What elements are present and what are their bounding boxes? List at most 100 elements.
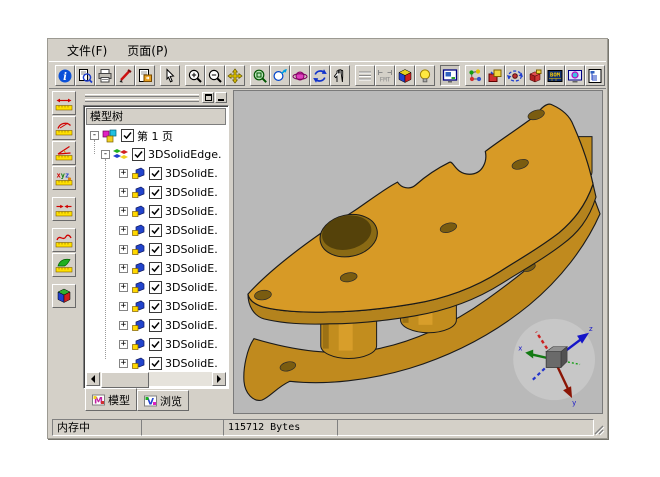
tree-row-part[interactable]: +3DSolidE. xyxy=(86,278,226,297)
preview-window-icon xyxy=(567,68,583,84)
checkbox[interactable] xyxy=(149,357,162,370)
tree-row-part[interactable]: +3DSolidE. xyxy=(86,297,226,316)
tree-row-part[interactable]: +3DSolidE. xyxy=(86,183,226,202)
expand-icon[interactable]: + xyxy=(119,226,128,235)
zoom-in-button[interactable] xyxy=(185,65,205,86)
collapse-icon[interactable]: - xyxy=(101,150,110,159)
dynamic-zoom-button[interactable] xyxy=(270,65,290,86)
bom-button[interactable]: BOM xyxy=(545,65,565,86)
resize-grip[interactable] xyxy=(592,423,605,436)
layers-icon xyxy=(357,68,373,84)
tree-header: 模型树 xyxy=(86,108,226,125)
measure-volume-button[interactable] xyxy=(52,284,76,308)
expand-icon[interactable]: + xyxy=(119,207,128,216)
measure-area-button[interactable] xyxy=(52,253,76,277)
assembly-tree-button[interactable] xyxy=(465,65,485,86)
checkbox[interactable] xyxy=(149,186,162,199)
dynamic-rotate-button[interactable] xyxy=(290,65,310,86)
render-cube-button[interactable] xyxy=(395,65,415,86)
tree-item-label: 3DSolidE. xyxy=(165,205,218,218)
tree-row-part[interactable]: +3DSolidE. xyxy=(86,335,226,354)
checkbox[interactable] xyxy=(149,281,162,294)
measure-angle-button[interactable] xyxy=(52,141,76,165)
expand-icon[interactable]: + xyxy=(119,302,128,311)
tree-row-assembly[interactable]: - 3DSolidEdge. xyxy=(86,145,226,164)
export-button[interactable] xyxy=(135,65,155,86)
checkbox[interactable] xyxy=(149,205,162,218)
select-cursor-button[interactable] xyxy=(160,65,180,86)
expand-icon[interactable]: + xyxy=(119,188,128,197)
menu-file[interactable]: 文件(F) xyxy=(61,40,113,61)
measure-distance-button[interactable] xyxy=(52,197,76,221)
checkbox[interactable] xyxy=(149,300,162,313)
collapse-icon[interactable]: - xyxy=(90,131,99,140)
checkbox[interactable] xyxy=(149,338,162,351)
main-toolbar: i FMT BOM xyxy=(49,61,606,89)
solid-blocks-button[interactable] xyxy=(525,65,545,86)
redline-button[interactable] xyxy=(115,65,135,86)
expand-icon[interactable]: + xyxy=(119,169,128,178)
preview-window-button[interactable] xyxy=(565,65,585,86)
checkbox[interactable] xyxy=(149,262,162,275)
panel-float-button[interactable] xyxy=(202,92,214,103)
scrollbar-thumb[interactable] xyxy=(101,372,149,388)
checkbox[interactable] xyxy=(149,224,162,237)
zoom-window-icon xyxy=(252,68,268,84)
panel-minimize-button[interactable] xyxy=(215,92,227,103)
expand-icon[interactable]: + xyxy=(119,245,128,254)
checkbox[interactable] xyxy=(149,319,162,332)
tree-row-page[interactable]: - 第 1 页 xyxy=(86,126,226,145)
viewport-3d[interactable]: z y x xyxy=(233,90,603,414)
pan-hand-button[interactable] xyxy=(330,65,350,86)
arrow-left-icon xyxy=(87,375,95,383)
checkbox[interactable] xyxy=(121,129,134,142)
tree-hscrollbar[interactable] xyxy=(86,372,226,386)
tree-row-part[interactable]: +3DSolidE. xyxy=(86,354,226,371)
tree-item-label: 3DSolidE. xyxy=(165,357,218,370)
tree-row-part[interactable]: +3DSolidE. xyxy=(86,221,226,240)
tree-row-part[interactable]: +3DSolidE. xyxy=(86,316,226,335)
checkbox[interactable] xyxy=(149,243,162,256)
measure-radius-icon xyxy=(55,119,73,137)
info-button[interactable]: i xyxy=(55,65,75,86)
pan-zoom-button[interactable] xyxy=(225,65,245,86)
status-cell-4 xyxy=(337,419,594,436)
measure-curve-button[interactable] xyxy=(52,228,76,252)
viewport-window-button[interactable] xyxy=(440,65,460,86)
print-button[interactable] xyxy=(95,65,115,86)
scroll-right-button[interactable] xyxy=(212,372,226,386)
measure-length-button[interactable] xyxy=(52,91,76,115)
checkbox[interactable] xyxy=(149,167,162,180)
expand-icon[interactable]: + xyxy=(119,264,128,273)
measure-distance-icon xyxy=(55,200,73,218)
tree-view-button[interactable] xyxy=(585,65,605,86)
scroll-left-button[interactable] xyxy=(86,372,100,386)
tree-item-label: 3DSolidE. xyxy=(165,224,218,237)
light-button[interactable] xyxy=(415,65,435,86)
checkbox[interactable] xyxy=(132,148,145,161)
update-view-button[interactable] xyxy=(505,65,525,86)
status-bytes: 115712 Bytes xyxy=(223,419,338,436)
expand-icon[interactable]: + xyxy=(119,359,128,368)
expand-icon[interactable]: + xyxy=(119,340,128,349)
dimension-format-button[interactable]: FMT xyxy=(375,65,395,86)
menu-page[interactable]: 页面(P) xyxy=(121,40,174,61)
expand-icon[interactable]: + xyxy=(119,283,128,292)
expand-icon[interactable]: + xyxy=(119,321,128,330)
refresh-button[interactable] xyxy=(310,65,330,86)
layers-button[interactable] xyxy=(355,65,375,86)
measure-radius-button[interactable] xyxy=(52,116,76,140)
tab-model[interactable]: M 模型 xyxy=(85,388,137,411)
panel-grip[interactable] xyxy=(85,93,227,103)
tree-row-part[interactable]: +3DSolidE. xyxy=(86,240,226,259)
measure-coordinate-button[interactable]: xyz xyxy=(52,166,76,190)
convert-button[interactable] xyxy=(485,65,505,86)
print-preview-button[interactable] xyxy=(75,65,95,86)
zoom-window-button[interactable] xyxy=(250,65,270,86)
tree-row-part[interactable]: +3DSolidE. xyxy=(86,259,226,278)
tab-browse[interactable]: V 浏览 xyxy=(137,390,189,411)
tree-row-part[interactable]: +3DSolidE. xyxy=(86,202,226,221)
zoom-out-button[interactable] xyxy=(205,65,225,86)
tree-row-part[interactable]: +3DSolidE. xyxy=(86,164,226,183)
redline-icon xyxy=(117,68,133,84)
